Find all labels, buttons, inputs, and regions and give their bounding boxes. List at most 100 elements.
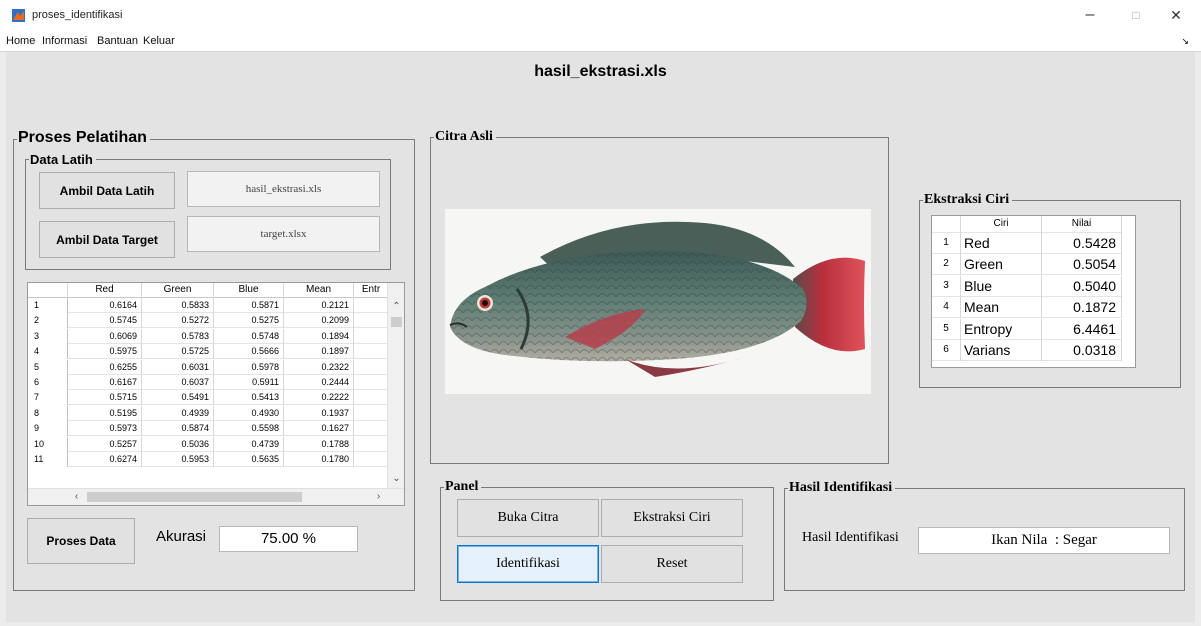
table-cell-entropy[interactable] <box>354 329 388 344</box>
table-cell-entropy[interactable] <box>354 313 388 328</box>
training-data-table[interactable]: Red Green Blue Mean Entr 1 0.6164 0.5833 0.… <box>27 282 405 506</box>
table-cell[interactable]: 0.1780 <box>284 452 354 467</box>
table-cell[interactable]: 0.5953 <box>142 452 214 467</box>
menu-overflow-icon[interactable]: ↘ <box>1181 36 1189 47</box>
feature-row[interactable]: 3 Blue 0.5040 <box>932 275 1122 297</box>
table-cell[interactable]: 0.5715 <box>68 390 142 406</box>
scroll-down-icon[interactable]: ⌄ <box>388 473 404 484</box>
table-cell[interactable]: 0.2121 <box>284 298 354 313</box>
scroll-left-icon[interactable]: ‹ <box>68 491 85 502</box>
table-row[interactable]: 2 0.5745 0.5272 0.5275 0.2099 <box>28 313 388 329</box>
table-cell[interactable]: 0.5783 <box>142 328 214 344</box>
table-cell-entropy[interactable] <box>354 421 388 436</box>
table-cell[interactable]: 0.5874 <box>142 421 214 437</box>
maximize-button[interactable]: □ <box>1120 4 1152 26</box>
feature-value-cell[interactable]: 0.5054 <box>1042 254 1122 276</box>
table-cell[interactable]: 0.5195 <box>68 405 142 421</box>
table-cell-entropy[interactable] <box>354 298 388 313</box>
feature-value-cell[interactable]: 0.5428 <box>1042 233 1122 254</box>
table-cell[interactable]: 0.6031 <box>142 359 214 375</box>
table-cell[interactable]: 0.6164 <box>68 298 142 313</box>
table-cell[interactable]: 0.1627 <box>284 421 354 437</box>
feature-name-cell[interactable]: Red <box>961 233 1042 254</box>
table-cell[interactable]: 0.5598 <box>214 421 284 437</box>
table-cell[interactable]: 0.5725 <box>142 344 214 360</box>
vertical-scroll-thumb[interactable] <box>391 317 402 327</box>
feature-row[interactable]: 5 Entropy 6.4461 <box>932 318 1122 340</box>
table-cell[interactable]: 0.5491 <box>142 390 214 406</box>
table-cell[interactable]: 0.5833 <box>142 298 214 313</box>
feature-row[interactable]: 2 Green 0.5054 <box>932 254 1122 276</box>
table-cell[interactable]: 0.1788 <box>284 436 354 452</box>
feature-name-cell[interactable]: Entropy <box>961 318 1042 340</box>
table-row[interactable]: 9 0.5973 0.5874 0.5598 0.1627 <box>28 421 388 437</box>
ambil-data-latih-button[interactable]: Ambil Data Latih <box>39 172 175 209</box>
table-cell[interactable]: 0.6274 <box>68 452 142 467</box>
table-cell-entropy[interactable] <box>354 406 388 421</box>
feature-row[interactable]: 6 Varians 0.0318 <box>932 340 1122 361</box>
table-cell[interactable]: 0.5748 <box>214 328 284 344</box>
column-header-red[interactable]: Red <box>68 283 142 298</box>
table-cell[interactable]: 0.2322 <box>284 359 354 375</box>
proses-data-button[interactable]: Proses Data <box>27 518 135 564</box>
table-cell[interactable]: 0.4939 <box>142 405 214 421</box>
table-cell[interactable]: 0.5275 <box>214 313 284 329</box>
table-cell[interactable]: 0.5911 <box>214 375 284 390</box>
feature-row[interactable]: 1 Red 0.5428 <box>932 233 1122 254</box>
ambil-data-target-button[interactable]: Ambil Data Target <box>39 221 175 258</box>
feature-name-cell[interactable]: Mean <box>961 297 1042 319</box>
table-cell[interactable]: 0.5978 <box>214 359 284 375</box>
table-cell[interactable]: 0.4739 <box>214 436 284 452</box>
column-header-green[interactable]: Green <box>142 283 214 298</box>
reset-button[interactable]: Reset <box>601 545 743 583</box>
feature-value-cell[interactable]: 6.4461 <box>1042 318 1122 340</box>
table-cell[interactable]: 0.5635 <box>214 452 284 467</box>
table-cell-entropy[interactable] <box>354 375 388 390</box>
table-cell[interactable]: 0.6037 <box>142 375 214 390</box>
table-cell[interactable]: 0.5871 <box>214 298 284 313</box>
table-horizontal-scrollbar[interactable]: ‹ › <box>28 488 404 505</box>
table-row[interactable]: 7 0.5715 0.5491 0.5413 0.2222 <box>28 390 388 406</box>
table-row[interactable]: 5 0.6255 0.6031 0.5978 0.2322 <box>28 359 388 375</box>
feature-name-cell[interactable]: Blue <box>961 275 1042 297</box>
table-cell[interactable]: 0.6167 <box>68 375 142 390</box>
table-cell[interactable]: 0.6255 <box>68 359 142 375</box>
menu-informasi[interactable]: Informasi <box>42 35 87 47</box>
buka-citra-button[interactable]: Buka Citra <box>457 499 599 537</box>
table-cell-entropy[interactable] <box>354 437 388 452</box>
table-cell[interactable]: 0.6069 <box>68 328 142 344</box>
table-cell[interactable]: 0.2222 <box>284 390 354 406</box>
table-row[interactable]: 8 0.5195 0.4939 0.4930 0.1937 <box>28 405 388 421</box>
table-cell[interactable]: 0.2444 <box>284 375 354 390</box>
table-cell[interactable]: 0.1894 <box>284 328 354 344</box>
table-cell[interactable]: 0.1897 <box>284 344 354 360</box>
table-cell-entropy[interactable] <box>354 452 388 467</box>
scroll-up-icon[interactable]: ⌃ <box>388 301 404 312</box>
feature-value-cell[interactable]: 0.1872 <box>1042 297 1122 319</box>
table-cell-entropy[interactable] <box>354 344 388 359</box>
table-cell[interactable]: 0.5973 <box>68 421 142 437</box>
table-cell-entropy[interactable] <box>354 390 388 405</box>
horizontal-scroll-thumb[interactable] <box>87 492 302 502</box>
column-header-blue[interactable]: Blue <box>214 283 284 298</box>
table-cell[interactable]: 0.4930 <box>214 405 284 421</box>
table-row[interactable]: 6 0.6167 0.6037 0.5911 0.2444 <box>28 375 388 390</box>
table-vertical-scrollbar[interactable]: ⌃ ⌄ <box>387 283 404 490</box>
feature-table[interactable]: Ciri Nilai 1 Red 0.5428 2 Green 0.5054 3 Blue 0.… <box>931 215 1136 368</box>
minimize-button[interactable]: – <box>1074 4 1106 26</box>
feature-column-header-ciri[interactable]: Ciri <box>961 216 1042 233</box>
menu-keluar[interactable]: Keluar <box>143 35 175 47</box>
ekstraksi-ciri-button[interactable]: Ekstraksi Ciri <box>601 499 743 537</box>
column-header-entropy[interactable]: Entr <box>354 283 388 298</box>
table-cell[interactable]: 0.5272 <box>142 313 214 329</box>
feature-value-cell[interactable]: 0.0318 <box>1042 340 1122 361</box>
table-cell-entropy[interactable] <box>354 360 388 375</box>
table-cell[interactable]: 0.5666 <box>214 344 284 360</box>
table-row[interactable]: 4 0.5975 0.5725 0.5666 0.1897 <box>28 344 388 360</box>
table-cell[interactable]: 0.2099 <box>284 313 354 329</box>
feature-row[interactable]: 4 Mean 0.1872 <box>932 297 1122 319</box>
table-row[interactable]: 1 0.6164 0.5833 0.5871 0.2121 <box>28 298 388 313</box>
identifikasi-button[interactable]: Identifikasi <box>457 545 599 583</box>
feature-column-header-nilai[interactable]: Nilai <box>1042 216 1122 233</box>
table-cell[interactable]: 0.5257 <box>68 436 142 452</box>
